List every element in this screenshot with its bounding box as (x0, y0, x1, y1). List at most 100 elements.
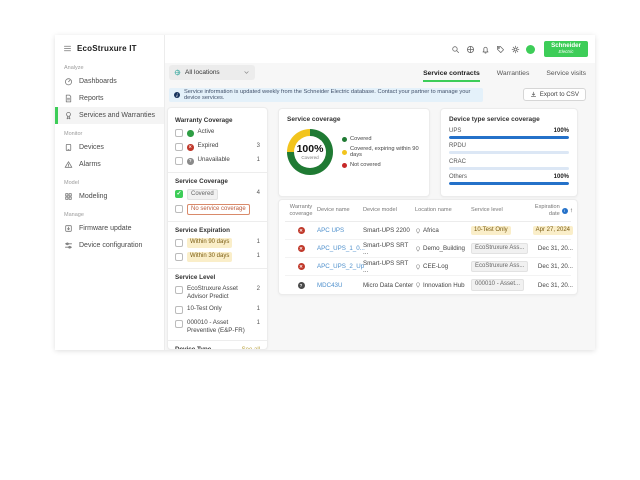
device-name-link[interactable]: MDC43U (317, 282, 342, 289)
filter-option-asset-preventive: 000010 - Asset Preventive (E&P-FR) 1 (175, 319, 260, 335)
bar-track (449, 151, 569, 154)
device-name-link[interactable]: APC_UPS_1_0... (317, 245, 365, 252)
column-header-service-level[interactable]: Service level (471, 207, 529, 213)
settings-icon[interactable] (511, 45, 520, 54)
filter-option-covered: ✓ Covered 4 (175, 189, 260, 200)
within-30-days-pill: Within 30 days (187, 252, 232, 261)
expiration-cell: Dec 31, 20... (538, 263, 573, 270)
checkbox[interactable] (175, 205, 183, 213)
column-header-device-model[interactable]: Device model (363, 207, 415, 213)
expiration-cell: Dec 31, 20... (538, 245, 573, 252)
checkbox-checked[interactable]: ✓ (175, 190, 183, 198)
tab-warranties[interactable]: Warranties (497, 70, 530, 82)
filter-option-count: 4 (257, 189, 260, 196)
service-contracts-table: Warranty coverage Device name Device mod… (278, 199, 578, 295)
sidebar-item-label: Modeling (79, 193, 107, 200)
bar-track (449, 136, 569, 139)
filter-option-unavailable: ? Unavailable 1 (175, 156, 260, 166)
location-selector-label: All locations (185, 69, 220, 76)
service-level-pill: EcoStruxure Ass... (471, 261, 528, 272)
column-header-warranty[interactable]: Warranty coverage (285, 204, 317, 217)
checkbox[interactable] (175, 239, 183, 247)
location-pin-icon (415, 228, 421, 234)
donut-center-value: 100% (297, 144, 324, 155)
sidebar-item-device-configuration[interactable]: Device configuration (55, 237, 164, 254)
configuration-icon (64, 241, 73, 250)
tab-service-contracts[interactable]: Service contracts (423, 70, 480, 82)
sidebar-item-firmware-update[interactable]: Firmware update (55, 220, 164, 237)
download-icon (530, 91, 537, 98)
globe-icon[interactable] (466, 45, 475, 54)
location-globe-icon (174, 69, 181, 76)
device-name-link[interactable]: APC_UPS_2_Up (317, 263, 364, 270)
filter-option-label: Active (198, 128, 215, 136)
see-all-link[interactable]: See all (242, 346, 260, 350)
bar-category: CRAC (449, 159, 466, 165)
sidebar-item-alarms[interactable]: Alarms (55, 156, 164, 173)
tab-service-visits[interactable]: Service visits (546, 70, 586, 82)
checkbox[interactable] (175, 320, 183, 328)
checkbox[interactable] (175, 143, 183, 151)
device-model-cell: Smart-UPS SRT ... (363, 242, 415, 256)
main-area: Schneider Electric All locations Service… (165, 35, 595, 350)
checkbox[interactable] (175, 286, 183, 294)
filter-option-expired: ✕ Expired 3 (175, 142, 260, 152)
divider (168, 172, 267, 173)
filter-group-title: Device Type (175, 346, 211, 350)
bar-row-crac: CRAC (449, 159, 569, 170)
schneider-electric-logo[interactable]: Schneider Electric (544, 41, 588, 56)
expired-status-icon: ✕ (298, 227, 305, 234)
location-pin-icon (415, 264, 421, 270)
column-header-location[interactable]: Location name (415, 207, 471, 213)
filter-option-label: 10-Test Only (187, 305, 222, 313)
location-selector[interactable]: All locations (169, 65, 255, 80)
tab-bar: Service contracts Warranties Service vis… (423, 70, 586, 82)
export-csv-button[interactable]: Export to CSV (523, 88, 586, 101)
table-row[interactable]: ✕ APC_UPS_2_Up Smart-UPS SRT ... CEE-Log… (285, 258, 571, 276)
sidebar-item-dashboards[interactable]: Dashboards (55, 73, 164, 90)
sidebar-item-label: Alarms (79, 161, 101, 168)
device-model-cell: Smart-UPS SRT ... (363, 260, 415, 274)
column-header-device-name[interactable]: Device name (317, 207, 363, 213)
donut-legend: Covered Covered, expiring within 90 days… (342, 136, 421, 168)
export-csv-label: Export to CSV (540, 91, 579, 98)
legend-label: Covered, expiring within 90 days (350, 146, 421, 158)
sort-ascending-icon[interactable]: ↑ (570, 207, 573, 214)
tag-icon[interactable] (496, 45, 505, 54)
checkbox[interactable] (175, 129, 183, 137)
filter-option-active: Active (175, 128, 260, 138)
notifications-icon[interactable] (481, 45, 490, 54)
sidebar-item-modeling[interactable]: Modeling (55, 188, 164, 205)
filter-option-no-service-coverage: No service coverage (175, 204, 260, 215)
service-level-pill: EcoStruxure Ass... (471, 243, 528, 254)
legend-label: Covered (350, 136, 372, 142)
bar-row-rpdu: RPDU (449, 143, 569, 154)
user-avatar[interactable] (526, 45, 535, 54)
divider (168, 340, 267, 341)
hamburger-menu-icon[interactable] (63, 44, 72, 53)
column-header-expiration[interactable]: Expiration date i ↑ (529, 204, 573, 217)
sidebar-item-label: Services and Warranties (79, 112, 155, 119)
table-row[interactable]: ✕ APC_UPS_1_0... Smart-UPS SRT ... Demo_… (285, 240, 571, 258)
table-row[interactable]: ? MDC43U Micro Data Center Innovation Hu… (285, 276, 571, 294)
sidebar-item-devices[interactable]: Devices (55, 139, 164, 156)
checkbox[interactable] (175, 157, 183, 165)
expired-status-icon: ✕ (298, 245, 305, 252)
service-level-pill: 10-Test Only (471, 226, 511, 235)
filter-option-asset-advisor: EcoStruxure Asset Advisor Predict 2 (175, 285, 260, 301)
service-level-pill: 000010 - Asset... (471, 279, 524, 290)
sidebar-item-reports[interactable]: Reports (55, 90, 164, 107)
table-row[interactable]: ✕ APC UPS Smart-UPS 2200 Africa 10-Test … (285, 222, 571, 240)
checkbox[interactable] (175, 306, 183, 314)
checkbox[interactable] (175, 253, 183, 261)
device-name-link[interactable]: APC UPS (317, 227, 344, 234)
search-icon[interactable] (451, 45, 460, 54)
legend-item: Covered (342, 136, 421, 142)
column-info-icon[interactable]: i (562, 208, 568, 214)
filter-option-within-90-days: Within 90 days 1 (175, 238, 260, 248)
bar-category: Others (449, 174, 467, 180)
divider (168, 221, 267, 222)
sidebar-item-services-and-warranties[interactable]: Services and Warranties (55, 107, 164, 124)
brand-line2: Electric (551, 50, 581, 55)
location-cell: CEE-Log (423, 263, 448, 270)
